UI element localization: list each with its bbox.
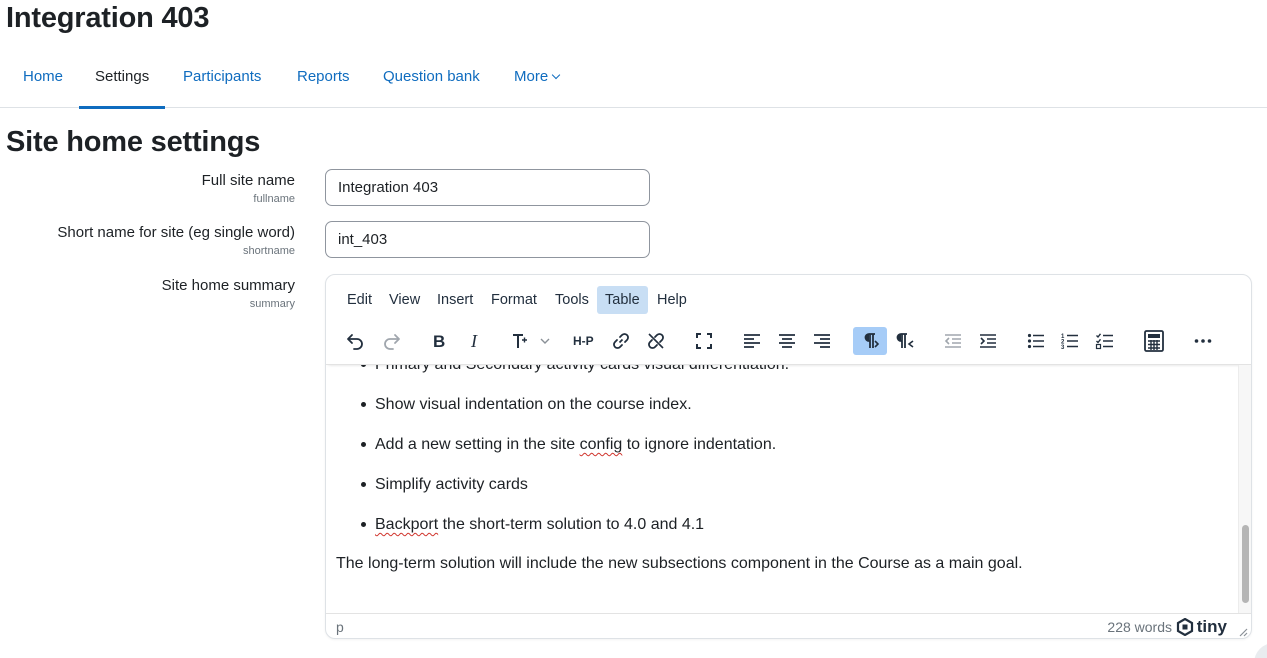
tiny-logo[interactable]: tiny	[1176, 617, 1227, 637]
word-count[interactable]: 228 words	[1107, 619, 1172, 635]
more-icon[interactable]	[1186, 327, 1220, 355]
svg-text:B: B	[433, 332, 445, 351]
fullscreen-icon[interactable]	[689, 327, 719, 355]
chevron-down-icon	[551, 70, 561, 80]
svg-text:I: I	[470, 331, 478, 351]
spelling-error-word: config	[579, 436, 623, 453]
menu-insert[interactable]: Insert	[429, 286, 481, 314]
menu-view[interactable]: View	[381, 286, 428, 314]
font-size-icon[interactable]	[507, 327, 555, 355]
fullname-setting-id: fullname	[253, 193, 295, 205]
tiny-logo-text: tiny	[1196, 617, 1227, 636]
align-left-icon[interactable]	[737, 327, 767, 355]
menu-table[interactable]: Table	[597, 286, 648, 314]
list-item: Add a new setting in the site config to …	[360, 432, 789, 472]
redo-icon[interactable]	[377, 327, 407, 355]
ltr-icon[interactable]	[853, 327, 887, 355]
outdent-icon[interactable]	[938, 327, 968, 355]
secondary-navigation: Home Settings Participants Reports Quest…	[0, 58, 1267, 109]
svg-text:3: 3	[1061, 345, 1065, 351]
editor-scrollbar[interactable]	[1238, 365, 1251, 613]
editor-content-area[interactable]: Primary and Secondary activity cards vis…	[326, 365, 1238, 613]
link-icon[interactable]	[606, 327, 636, 355]
tab-reports[interactable]: Reports	[297, 68, 350, 108]
page-title: Site home settings	[6, 126, 261, 158]
rtl-icon[interactable]	[891, 327, 921, 355]
bullet-list-icon[interactable]	[1021, 327, 1051, 355]
svg-text:H-P: H-P	[573, 334, 594, 348]
floating-help-button[interactable]	[1254, 643, 1267, 658]
summary-label: Site home summary	[161, 277, 295, 294]
list-item-text: to ignore indentation.	[622, 436, 777, 453]
shortname-label: Short name for site (eg single word)	[57, 224, 295, 241]
fullname-label: Full site name	[201, 172, 295, 189]
menu-format[interactable]: Format	[483, 286, 545, 314]
bold-icon[interactable]: B	[424, 327, 454, 355]
list-item-text: the short-term solution to 4.0 and 4.1	[442, 516, 705, 533]
tiny-logo-icon	[1176, 618, 1193, 636]
menu-edit[interactable]: Edit	[339, 286, 380, 314]
undo-icon[interactable]	[340, 327, 370, 355]
content-paragraph: The long-term solution will include the …	[336, 555, 1023, 572]
menu-tools[interactable]: Tools	[547, 286, 597, 314]
summary-label-group: Site home summary summary	[162, 277, 295, 310]
calculator-icon[interactable]	[1138, 327, 1170, 355]
list-item-text: Add a new setting in the site	[375, 436, 580, 453]
tab-more[interactable]: More	[514, 68, 561, 108]
shortname-label-group: Short name for site (eg single word) sho…	[57, 224, 295, 257]
h5p-icon[interactable]: H-P	[570, 327, 602, 355]
summary-setting-id: summary	[249, 298, 295, 310]
tab-settings[interactable]: Settings	[78, 68, 166, 109]
tab-question-bank[interactable]: Question bank	[383, 68, 480, 108]
checklist-icon[interactable]	[1090, 327, 1120, 355]
list-item: Backport the short-term solution to 4.0 …	[360, 512, 789, 552]
editor-menubar: Edit View Insert Format Tools Table Help	[326, 275, 1251, 321]
list-item: Show visual indentation on the course in…	[360, 392, 789, 432]
editor-statusbar: p 228 words tiny	[326, 613, 1251, 638]
numbered-list-icon[interactable]: 123	[1055, 327, 1085, 355]
indent-icon[interactable]	[973, 327, 1003, 355]
spelling-error-word: Backport	[375, 516, 439, 533]
tab-more-label: More	[514, 68, 549, 85]
element-path[interactable]: p	[336, 619, 344, 635]
italic-icon[interactable]: I	[460, 327, 490, 355]
rich-text-editor: Edit View Insert Format Tools Table Help…	[325, 274, 1252, 639]
site-title: Integration 403	[6, 2, 210, 34]
menu-help[interactable]: Help	[649, 286, 695, 314]
shortname-setting-id: shortname	[243, 245, 295, 257]
list-item: Primary and Secondary activity cards vis…	[360, 365, 789, 392]
fullname-input[interactable]	[325, 169, 650, 206]
unlink-icon[interactable]	[641, 327, 671, 355]
tab-home[interactable]: Home	[23, 68, 63, 108]
resize-handle-icon[interactable]	[1238, 624, 1248, 638]
align-center-icon[interactable]	[772, 327, 802, 355]
fullname-label-group: Full site name fullname	[202, 172, 295, 205]
editor-toolbar: B I H-P 1 2 3	[326, 321, 1251, 365]
tab-participants[interactable]: Participants	[183, 68, 261, 108]
scrollbar-thumb[interactable]	[1242, 525, 1249, 603]
align-right-icon[interactable]	[807, 327, 837, 355]
list-item: Simplify activity cards	[360, 472, 789, 512]
content-bullet-list: Primary and Secondary activity cards vis…	[360, 365, 789, 552]
shortname-input[interactable]	[325, 221, 650, 258]
